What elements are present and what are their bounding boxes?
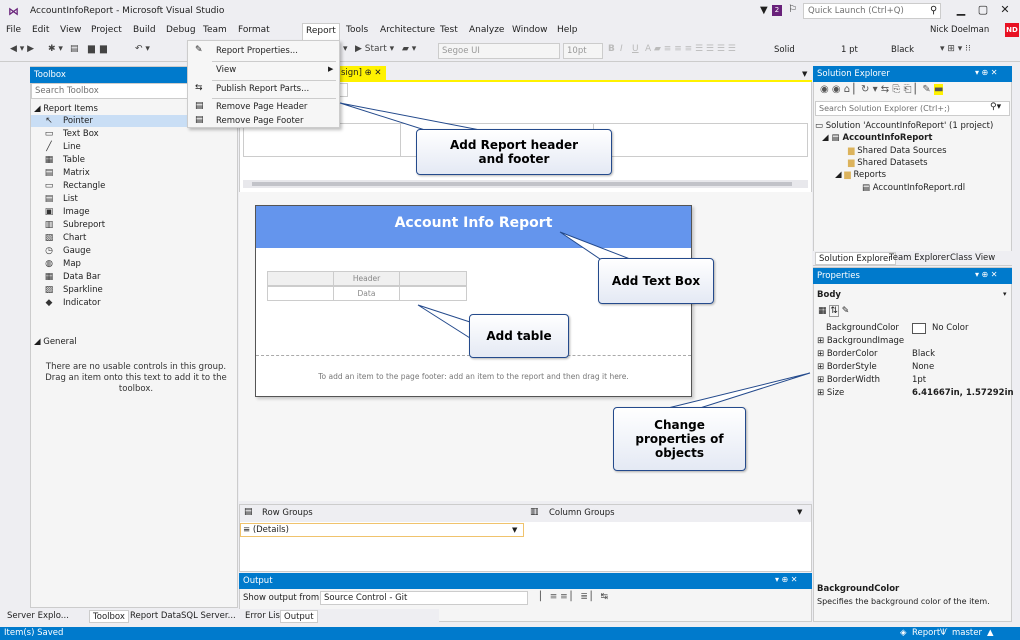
callout-header-footer: Add Report header and footer	[416, 129, 612, 175]
pointer-properties	[667, 372, 811, 409]
pointer-header-footer	[339, 102, 481, 131]
callout-table: Add table	[469, 314, 569, 358]
callout-text-box: Add Text Box	[598, 258, 714, 304]
callout-properties: Change properties of objects	[613, 407, 746, 471]
pointer-text-box	[559, 231, 631, 260]
pointer-table	[417, 304, 471, 339]
